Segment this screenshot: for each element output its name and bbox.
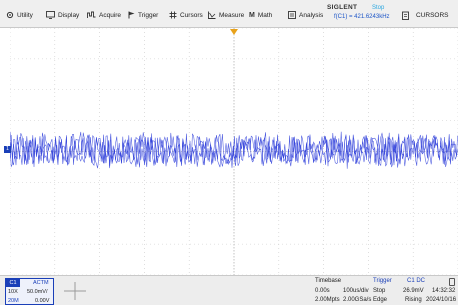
channel-1-probe: 10X: [8, 289, 18, 295]
trigger-state: Stop: [373, 288, 386, 294]
channel-1-ground-marker[interactable]: 1: [4, 146, 11, 153]
menu-measure-label: Measure: [219, 11, 245, 19]
menu-math-label: Math: [257, 11, 273, 19]
clock-date: 2024/10/16: [426, 297, 457, 303]
menu-bar: Utility Display Acquire Trigger Cursors …: [0, 0, 458, 28]
menu-analysis-label: Analysis: [299, 11, 324, 19]
timebase-delay: 0.00s: [315, 288, 330, 294]
waveform-display[interactable]: [10, 28, 458, 275]
menu-cursors-right[interactable]: CURSORS: [402, 10, 449, 20]
status-bar: C1 ACTM 10X 50.0mV/ 20M 0.00V Timebase 0…: [0, 275, 458, 305]
menu-acquire[interactable]: Acquire: [87, 10, 121, 20]
gear-icon: [6, 11, 14, 19]
menu-acquire-label: Acquire: [99, 11, 122, 19]
menu-cursors-right-label: CURSORS: [416, 11, 449, 19]
cursors-icon: [169, 11, 177, 19]
menu-analysis[interactable]: Analysis: [288, 10, 323, 20]
channel-1-panel[interactable]: C1 ACTM 10X 50.0mV/ 20M 0.00V: [5, 278, 54, 305]
waveform-canvas: [10, 28, 458, 275]
trigger-slope: Rising: [405, 297, 422, 303]
timebase-panel[interactable]: Timebase 0.00s 100us/div 2.00Mpts 2.00GS…: [312, 276, 372, 305]
timebase-scale: 100us/div: [343, 288, 369, 294]
channel-1-tag: C1: [6, 279, 20, 287]
menu-measure[interactable]: Measure: [208, 10, 244, 20]
clipboard-icon: [402, 11, 409, 20]
channel-1-mode: ACTM: [33, 280, 49, 286]
clock-time: 14:32:32: [432, 288, 456, 294]
menu-trigger-label: Trigger: [138, 11, 159, 19]
menu-cursors-label: Cursors: [180, 11, 203, 19]
menu-utility[interactable]: Utility: [6, 10, 33, 20]
menu-display[interactable]: Display: [46, 10, 79, 20]
trigger-title: Trigger: [373, 278, 392, 284]
storage-icon: [449, 278, 455, 286]
trigger-position-marker[interactable]: [230, 29, 238, 35]
menu-utility-label: Utility: [17, 11, 33, 19]
ruler-icon: [208, 11, 216, 19]
menu-math[interactable]: M Math: [249, 10, 272, 20]
brand-logo: SIGLENT: [327, 4, 358, 11]
acquire-icon: [87, 11, 96, 18]
timebase-title: Timebase: [315, 278, 342, 284]
frequency-counter: f(C1) = 421.6243kHz: [334, 14, 390, 20]
trigger-panel[interactable]: Trigger C1 DC Stop 26.9mV Edge Rising: [371, 276, 427, 305]
analysis-icon: [288, 11, 296, 19]
timebase-sample-rate: 2.00GSa/s: [343, 297, 372, 303]
math-icon: M: [249, 11, 255, 19]
flag-icon: [128, 11, 135, 19]
channel-1-offset: 0.00V: [35, 298, 50, 304]
menu-display-label: Display: [58, 11, 80, 19]
timebase-memory-depth: 2.00Mpts: [315, 297, 340, 303]
trigger-level: 26.9mV: [403, 288, 424, 294]
channel-1-scale: 50.0mV/: [27, 289, 48, 295]
monitor-icon: [46, 11, 55, 19]
menu-cursors[interactable]: Cursors: [169, 10, 203, 20]
channel-1-bandwidth: 20M: [8, 298, 19, 304]
trigger-type: Edge: [373, 297, 388, 303]
menu-trigger[interactable]: Trigger: [128, 10, 158, 20]
add-channel-button[interactable]: [60, 280, 90, 302]
run-state-indicator[interactable]: Stop: [372, 5, 384, 11]
